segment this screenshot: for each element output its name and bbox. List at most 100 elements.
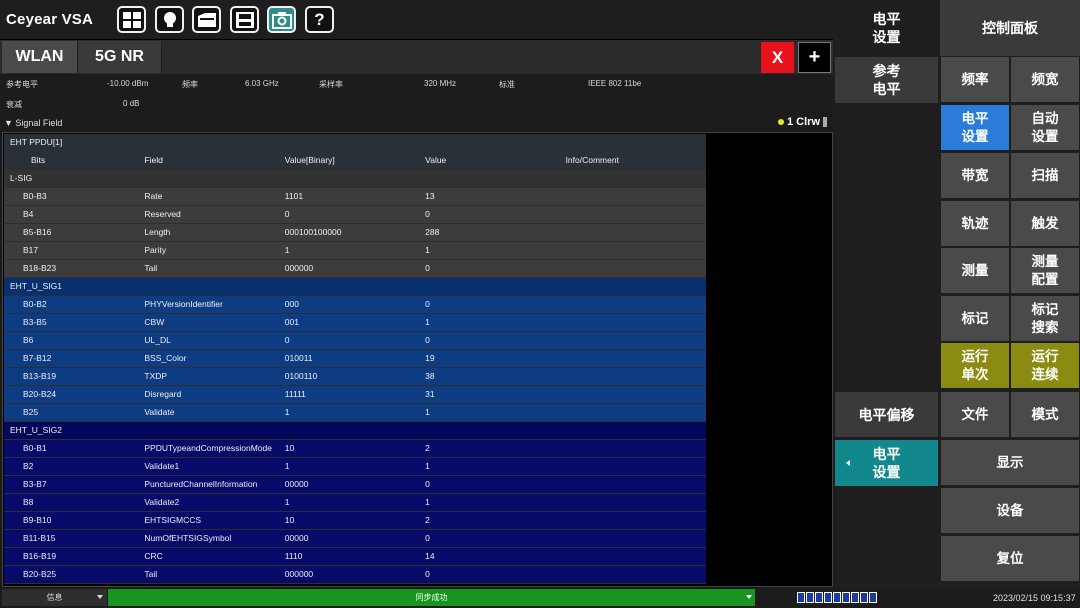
table-row: B5-B16 Length 000100100000 288: [4, 223, 706, 242]
field-cell: Tail: [144, 259, 285, 278]
table-row: B20-B25 Tail 000000 0: [4, 565, 706, 584]
run-single-button[interactable]: 运行 单次: [941, 343, 1009, 388]
help-icon[interactable]: ?: [305, 6, 334, 33]
file-button[interactable]: 文件: [941, 392, 1009, 437]
section-title: EHT_U_SIG1: [4, 277, 706, 296]
level-settings-button[interactable]: 电平 设置: [835, 440, 938, 486]
signal-field-title[interactable]: ▼ Signal Field: [4, 118, 62, 128]
value-cell: 0: [425, 475, 566, 494]
bits-cell: B3-B5: [4, 313, 145, 332]
binary-value-cell: 000100100000: [284, 223, 426, 242]
add-tab-button[interactable]: +: [798, 42, 831, 73]
span-label: 频宽: [1031, 71, 1059, 87]
camera-icon[interactable]: [267, 6, 296, 33]
binary-value-cell: 001: [284, 313, 426, 332]
info-cell: [565, 565, 706, 584]
binary-value-cell: 1: [284, 241, 426, 260]
standard-value: IEEE 802 11be: [588, 79, 642, 88]
submenu-panel: 电平 设置 参考 电平 电平偏移 电平 设置: [833, 0, 940, 588]
brand-logo: Ceyear VSA: [6, 11, 94, 28]
marker-search-label: 标记 搜索: [1031, 301, 1059, 335]
table-row: B3-B5 CBW 001 1: [4, 313, 706, 332]
tab-wlan[interactable]: WLAN: [2, 41, 78, 73]
column-header-bits: Bits: [4, 151, 145, 170]
info-cell: [565, 457, 706, 476]
display-button[interactable]: 显示: [941, 440, 1079, 485]
trace-button[interactable]: 轨迹: [941, 201, 1009, 246]
standard-label: 标准: [499, 80, 515, 89]
value-cell: 38: [425, 367, 566, 386]
level-settings-header: 电平 设置: [833, 0, 940, 56]
sample-rate-label: 采样率: [319, 80, 343, 89]
bandwidth-label: 带宽: [961, 167, 989, 183]
span-button[interactable]: 频宽: [1011, 57, 1079, 102]
signal-field-table-panel: EHT PPDU[1] Bits Field Value[Binary] Value In…: [2, 132, 833, 587]
value-cell: 1: [425, 313, 566, 332]
chevron-down-icon: [746, 595, 752, 599]
sample-rate-value: 320 MHz: [424, 79, 457, 88]
binary-value-cell: 10: [284, 511, 426, 530]
level-offset-button[interactable]: 电平偏移: [835, 392, 938, 437]
field-cell: Validate2: [144, 493, 285, 512]
trigger-label: 触发: [1031, 215, 1059, 231]
binary-value-cell: 0: [284, 205, 426, 224]
trace-indicator[interactable]: 1 Clrw: [778, 116, 828, 128]
section-title: EHT_U_SIG2: [4, 421, 706, 440]
table-row: B9-B10 EHTSIGMCCS 10 2: [4, 511, 706, 530]
info-cell: [565, 241, 706, 260]
bits-cell: B20-B25: [4, 565, 145, 584]
frequency-label: 频率: [961, 71, 989, 87]
sync-status-bar[interactable]: 同步成功: [108, 589, 755, 606]
tab-5g-nr[interactable]: 5G NR: [78, 41, 162, 73]
folder-icon[interactable]: [192, 6, 221, 33]
table-row: B11-B15 NumOfEHTSIGSymbol 00000 0: [4, 529, 706, 548]
windows-icon[interactable]: [117, 6, 146, 33]
bandwidth-button[interactable]: 带宽: [941, 153, 1009, 198]
table-row: B2 Validate1 1 1: [4, 457, 706, 476]
table-row: B0-B2 PHYVersionIdentifier 000 0: [4, 295, 706, 314]
control-panel-title: 控制面板: [940, 0, 1080, 56]
close-tab-button[interactable]: X: [761, 42, 794, 73]
marker-search-button[interactable]: 标记 搜索: [1011, 296, 1079, 341]
device-button[interactable]: 设备: [941, 488, 1079, 533]
table-row: B18-B23 Tail 000000 0: [4, 259, 706, 278]
bits-cell: B2: [4, 457, 145, 476]
bits-cell: B5-B16: [4, 223, 145, 242]
bits-cell: B0-B2: [4, 295, 145, 314]
table-row: B20-B24 Disregard 11111 31: [4, 385, 706, 404]
value-cell: 0: [425, 331, 566, 350]
binary-value-cell: 0: [284, 331, 426, 350]
value-cell: 31: [425, 385, 566, 404]
marker-button[interactable]: 标记: [941, 296, 1009, 341]
frequency-button[interactable]: 频率: [941, 57, 1009, 102]
trigger-button[interactable]: 触发: [1011, 201, 1079, 246]
binary-value-cell: 11111: [284, 385, 426, 404]
value-cell: 1: [425, 493, 566, 512]
field-cell: Disregard: [144, 385, 285, 404]
sweep-button[interactable]: 扫描: [1011, 153, 1079, 198]
auto-settings-button[interactable]: 自动 设置: [1011, 105, 1079, 150]
reset-button[interactable]: 复位: [941, 536, 1079, 581]
table-row: B17 Parity 1 1: [4, 241, 706, 260]
binary-value-cell: 000000: [284, 565, 426, 584]
column-header-value: Value: [425, 151, 566, 170]
signal-meter-icon: [797, 592, 878, 603]
info-selector[interactable]: 信息: [2, 589, 107, 606]
measure-config-button[interactable]: 测量 配置: [1011, 248, 1079, 293]
save-icon[interactable]: [230, 6, 259, 33]
lightbulb-icon[interactable]: [155, 6, 184, 33]
run-continuous-button[interactable]: 运行 连续: [1011, 343, 1079, 388]
binary-value-cell: 010011: [284, 349, 426, 368]
column-header-info: Info/Comment: [565, 151, 706, 170]
info-cell: [565, 493, 706, 512]
ref-level-button[interactable]: 参考 电平: [835, 57, 938, 103]
measure-button[interactable]: 测量: [941, 248, 1009, 293]
measure-config-label: 测量 配置: [1031, 253, 1059, 287]
mode-button[interactable]: 模式: [1011, 392, 1079, 437]
bits-cell: B13-B19: [4, 367, 145, 386]
value-cell: 0: [425, 259, 566, 278]
section-row: EHT_U_SIG2: [4, 421, 706, 440]
status-bar: 信息 同步成功 2023/02/15 09:15:37: [0, 588, 1080, 608]
info-cell: [565, 313, 706, 332]
level-settings-button[interactable]: 电平 设置: [941, 105, 1009, 150]
